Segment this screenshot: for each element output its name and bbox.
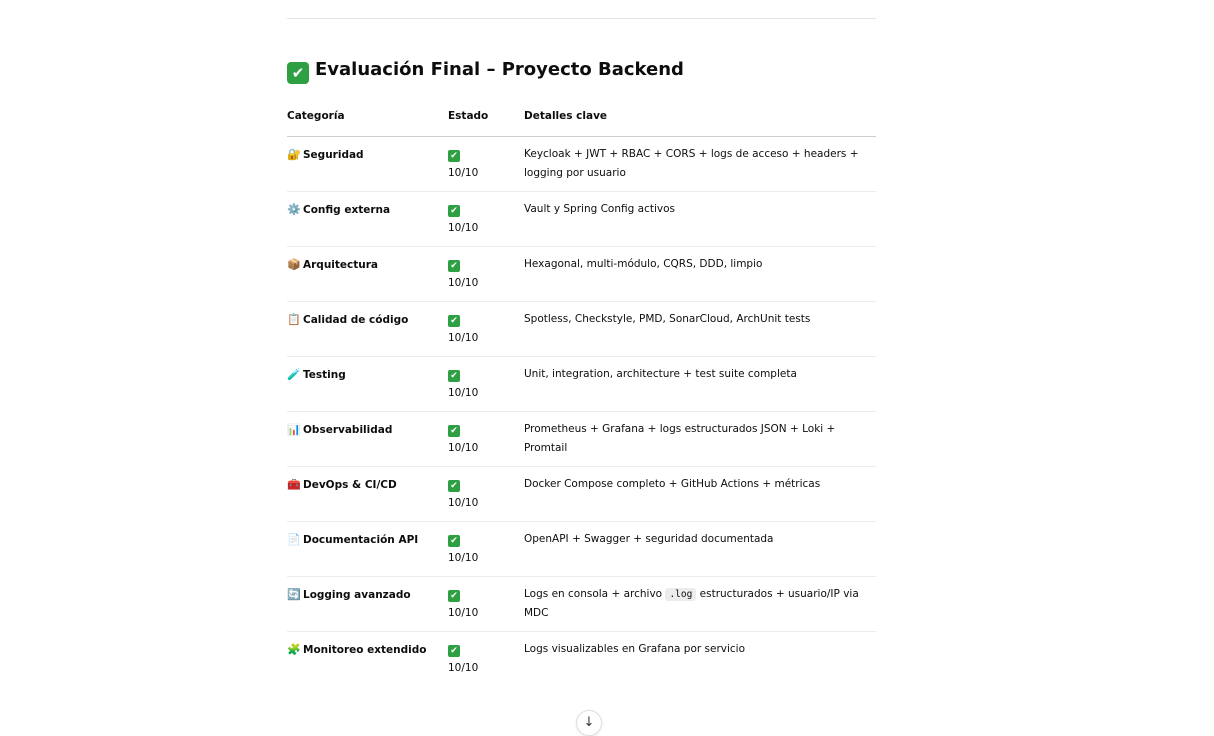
gear-icon: ⚙️: [287, 203, 301, 216]
status-score: 10/10: [448, 662, 479, 674]
details-cell: Keycloak + JWT + RBAC + CORS + logs de a…: [524, 136, 876, 192]
refresh-arrows-icon: 🔄: [287, 588, 301, 601]
category-name: Seguridad: [303, 149, 364, 161]
category-name: Observabilidad: [303, 424, 393, 436]
table-row: 📦 Arquitectura ✔ 10/10 Hexagonal, multi-mó…: [287, 246, 876, 302]
table-row: 📄 Documentación API ✔ 10/10 OpenAPI + Swag…: [287, 521, 876, 577]
table-row: 🔐 Seguridad ✔ 10/10 Keycloak + JWT + RBAC …: [287, 136, 876, 192]
check-mark-icon: ✔: [448, 260, 460, 272]
check-mark-icon: ✔: [448, 480, 460, 492]
check-mark-icon: ✔: [448, 315, 460, 327]
status-score: 10/10: [448, 442, 479, 454]
category-name: DevOps & CI/CD: [303, 479, 397, 491]
package-icon: 📦: [287, 258, 301, 271]
details-cell: Hexagonal, multi-módulo, CQRS, DDD, limp…: [524, 246, 876, 302]
toolbox-icon: 🧰: [287, 478, 301, 491]
details-text: Logs en consola + archivo: [524, 588, 666, 600]
check-mark-icon: ✔: [448, 535, 460, 547]
header-details: Detalles clave: [524, 100, 876, 137]
details-cell: Unit, integration, architecture + test s…: [524, 356, 876, 412]
status-score: 10/10: [448, 277, 479, 289]
check-mark-button-icon: ✔: [287, 62, 309, 84]
table-header-row: Categoría Estado Detalles clave: [287, 100, 876, 137]
table-row: 📋 Calidad de código ✔ 10/10 Spotless, Chec…: [287, 301, 876, 357]
category-name: Arquitectura: [303, 259, 379, 271]
header-status: Estado: [448, 100, 524, 137]
status-score: 10/10: [448, 497, 479, 509]
details-cell: Prometheus + Grafana + logs estructurado…: [524, 411, 876, 467]
table-row: 🧰 DevOps & CI/CD ✔ 10/10 Docker Compose co…: [287, 466, 876, 522]
check-mark-icon: ✔: [448, 150, 460, 162]
category-name: Testing: [303, 369, 346, 381]
horizontal-rule: [287, 18, 876, 19]
status-score: 10/10: [448, 222, 479, 234]
category-name: Logging avanzado: [303, 589, 411, 601]
header-category: Categoría: [287, 100, 448, 137]
inline-code: .log: [665, 588, 697, 601]
test-tube-icon: 🧪: [287, 368, 301, 381]
details-cell: Spotless, Checkstyle, PMD, SonarCloud, A…: [524, 301, 876, 357]
check-mark-icon: ✔: [448, 590, 460, 602]
table-row: 🧪 Testing ✔ 10/10 Unit, integration, archi…: [287, 356, 876, 412]
table-row: ⚙️ Config externa ✔ 10/10 Vault y Spring C…: [287, 191, 876, 247]
heading-title: Evaluación Final – Proyecto Backend: [315, 59, 684, 80]
category-name: Config externa: [303, 204, 391, 216]
details-cell: OpenAPI + Swagger + seguridad documentad…: [524, 521, 876, 577]
check-mark-icon: ✔: [448, 370, 460, 382]
category-name: Calidad de código: [303, 314, 409, 326]
category-name: Documentación API: [303, 534, 419, 546]
check-mark-icon: ✔: [448, 205, 460, 217]
status-score: 10/10: [448, 607, 479, 619]
scroll-to-bottom-button[interactable]: ↓: [576, 710, 602, 736]
check-mark-icon: ✔: [448, 645, 460, 657]
details-cell: Docker Compose completo + GitHub Actions…: [524, 466, 876, 522]
status-score: 10/10: [448, 387, 479, 399]
document-icon: 📄: [287, 533, 301, 546]
status-score: 10/10: [448, 552, 479, 564]
evaluation-table: Categoría Estado Detalles clave 🔐 Segurid…: [287, 100, 876, 686]
table-row: 🔄 Logging avanzado ✔ 10/10 Logs en consola…: [287, 576, 876, 632]
section-heading: ✔ Evaluación Final – Proyecto Backend: [287, 58, 684, 84]
details-cell: Logs en consola + archivo .log estructur…: [524, 576, 876, 632]
arrow-down-icon: ↓: [583, 715, 595, 730]
status-score: 10/10: [448, 167, 479, 179]
table-row: 🧩 Monitoreo extendido ✔ 10/10 Logs visuali…: [287, 632, 876, 687]
category-name: Monitoreo extendido: [303, 644, 427, 656]
details-cell: Logs visualizables en Grafana por servic…: [524, 643, 746, 655]
puzzle-piece-icon: 🧩: [287, 643, 301, 656]
details-cell: Vault y Spring Config activos: [524, 191, 876, 247]
table-row: 📊 Observabilidad ✔ 10/10 Prometheus + Graf…: [287, 411, 876, 467]
status-score: 10/10: [448, 332, 479, 344]
bar-chart-icon: 📊: [287, 423, 301, 436]
clipboard-icon: 📋: [287, 313, 301, 326]
check-mark-icon: ✔: [448, 425, 460, 437]
lock-with-key-icon: 🔐: [287, 148, 301, 161]
